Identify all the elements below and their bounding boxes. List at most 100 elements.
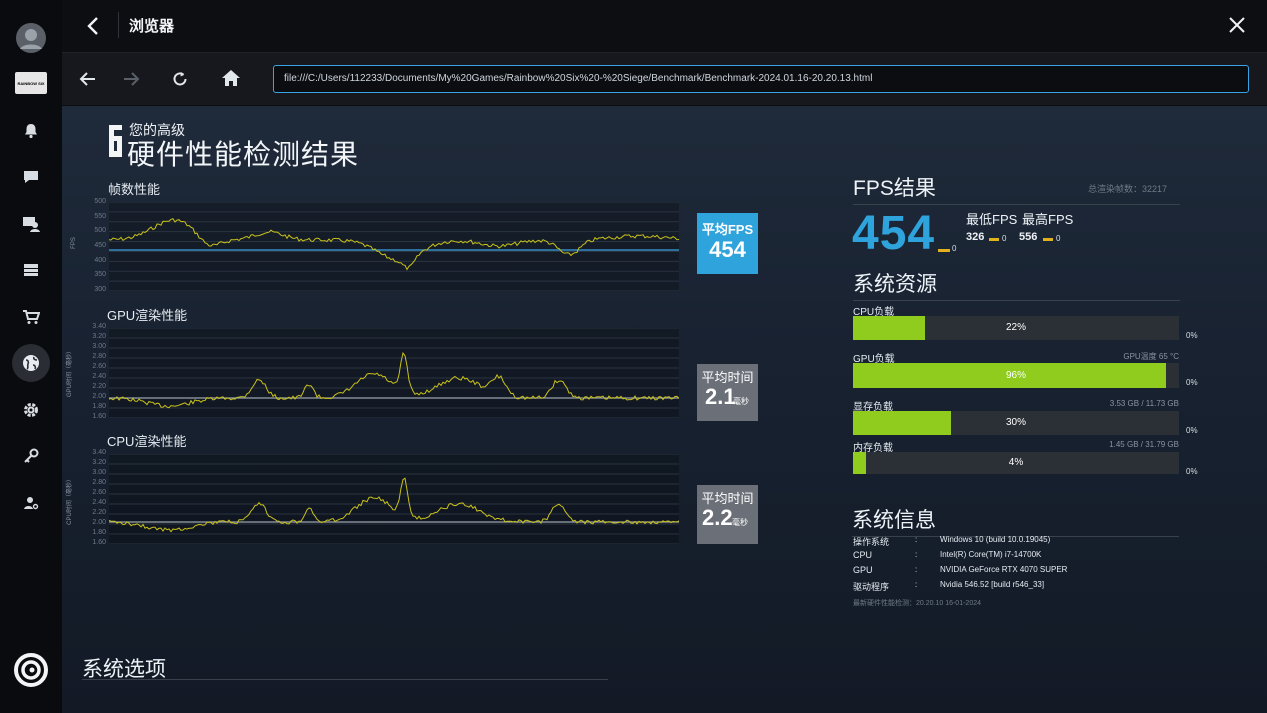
sysinfo-key: CPU xyxy=(853,550,873,560)
cpu-avg-badge: 平均时间 2.2 毫秒 xyxy=(697,485,758,544)
sysinfo-value: Nvidia 546.52 [build r546_33] xyxy=(940,580,1045,589)
r6-emblem-icon xyxy=(106,123,125,159)
y-tick: 2.00 xyxy=(92,519,106,526)
gear-icon[interactable] xyxy=(12,391,50,429)
y-tick: 1.80 xyxy=(92,403,106,410)
page-title: 硬件性能检测结果 xyxy=(127,139,360,170)
title-bar: 浏览器 xyxy=(62,0,1267,53)
y-tick: 300 xyxy=(94,286,106,293)
fps-avg-suffix: 0 xyxy=(952,244,957,253)
resource-extra: GPU温度 65 °C xyxy=(1123,352,1179,361)
home-button[interactable] xyxy=(220,68,242,93)
fps-max-marker xyxy=(1043,238,1053,241)
game-logo-text: RAINBOW SIX xyxy=(17,80,45,86)
sysinfo-value: NVIDIA GeForce RTX 4070 SUPER xyxy=(940,565,1068,574)
y-tick: 2.40 xyxy=(92,499,106,506)
close-button[interactable] xyxy=(1226,14,1248,36)
key-icon[interactable] xyxy=(12,437,50,475)
resource-bar-percent: 22% xyxy=(1005,322,1026,333)
y-tick: 2.00 xyxy=(92,393,106,400)
sysinfo-key: 操作系统 xyxy=(853,537,890,547)
nav-back-button[interactable] xyxy=(78,69,98,94)
cpu-chart xyxy=(109,454,679,544)
url-input[interactable]: file:///C:/Users/112233/Documents/My%20G… xyxy=(273,65,1249,93)
y-tick: 2.60 xyxy=(92,363,106,370)
y-tick: 400 xyxy=(94,256,106,264)
resource-bar-percent: 30% xyxy=(1005,417,1026,428)
cpu-chart-ylabel: CPU时间（毫秒） xyxy=(66,476,73,525)
resource-extra: 3.53 GB / 11.73 GB xyxy=(1109,399,1179,408)
y-tick: 1.60 xyxy=(92,539,106,546)
resource-right-value: 0% xyxy=(1186,426,1198,435)
cart-icon[interactable] xyxy=(12,298,50,336)
sysinfo-value: Intel(R) Core(TM) i7-14700K xyxy=(940,550,1042,559)
fps-avg-badge-value: 454 xyxy=(709,237,746,262)
bell-icon[interactable] xyxy=(12,112,50,150)
y-tick: 2.20 xyxy=(92,383,106,390)
browser-globe-icon[interactable] xyxy=(12,344,50,382)
resource-extra: 1.45 GB / 31.79 GB xyxy=(1109,440,1179,449)
series-line xyxy=(109,218,679,271)
y-tick: 3.20 xyxy=(92,459,106,466)
resource-bar: 96% xyxy=(853,363,1179,388)
resources-title: 系统资源 xyxy=(853,268,1180,301)
library-icon[interactable] xyxy=(12,251,50,289)
y-tick: 1.60 xyxy=(92,413,106,420)
resource-bar: 22% xyxy=(853,316,1179,340)
page-content: 您的高级 硬件性能检测结果 帧数性能 FPS 500 550 500 450 400 35… xyxy=(62,106,1267,713)
fps-min-suffix: 0 xyxy=(1002,234,1007,243)
total-frames: 总渲染帧数：32217 xyxy=(1088,184,1168,194)
cpu-chart-title: CPU渲染性能 xyxy=(107,434,187,449)
y-tick: 3.00 xyxy=(92,343,106,350)
resource-bar: 30% xyxy=(853,411,1179,435)
resource-right-value: 0% xyxy=(1186,331,1198,340)
divider xyxy=(118,12,119,38)
fps-chart-title: 帧数性能 xyxy=(108,182,161,197)
resource-right-value: 0% xyxy=(1186,467,1198,476)
y-tick: 3.40 xyxy=(92,323,106,330)
sidebar: RAINBOW SIX xyxy=(0,0,62,713)
y-tick: 2.80 xyxy=(92,353,106,360)
y-tick: 450 xyxy=(94,242,106,249)
fps-chart-ylabel: FPS xyxy=(70,237,77,249)
sysinfo-key: GPU xyxy=(853,565,873,575)
fps-min-marker xyxy=(989,238,999,241)
resources-title-text: 系统资源 xyxy=(853,273,937,296)
cpu-avg-badge-unit: 毫秒 xyxy=(732,518,748,527)
fps-avg-big: 454 xyxy=(852,207,936,260)
cpu-avg-badge-value: 2.2 xyxy=(702,505,733,530)
nav-forward-button[interactable] xyxy=(121,69,141,94)
y-tick: 3.00 xyxy=(92,469,106,476)
fps-min-label: 最低FPS xyxy=(966,212,1018,227)
fps-avg-badge-label: 平均FPS xyxy=(701,222,754,237)
y-tick: 1.80 xyxy=(92,529,106,536)
reload-button[interactable] xyxy=(170,69,190,94)
chat-icon[interactable] xyxy=(12,158,50,196)
y-tick: 500 xyxy=(94,227,106,235)
game-logo[interactable]: RAINBOW SIX xyxy=(15,72,47,94)
friends-icon[interactable] xyxy=(12,205,50,243)
y-tick: 2.60 xyxy=(92,489,106,496)
sysinfo-colon: : xyxy=(915,550,918,559)
sysinfo-colon: : xyxy=(915,535,918,544)
back-button[interactable] xyxy=(84,14,104,38)
resource-right-value: 0% xyxy=(1186,378,1198,387)
avatar[interactable] xyxy=(12,19,50,57)
y-tick: 3.20 xyxy=(92,333,106,340)
gpu-chart xyxy=(109,328,679,418)
fps-min-value: 326 xyxy=(966,231,985,243)
sysinfo-colon: : xyxy=(915,580,918,589)
ubisoft-logo-icon[interactable] xyxy=(14,653,48,687)
gpu-chart-ylabel: GPU时间（毫秒） xyxy=(67,347,74,398)
y-tick: 500 xyxy=(94,198,106,205)
y-tick: 2.80 xyxy=(92,479,106,486)
gpu-chart-title: GPU渲染性能 xyxy=(107,308,188,323)
sysinfo-title-text: 系统信息 xyxy=(852,509,936,532)
sysinfo-value: Windows 10 (build 10.0.19045) xyxy=(940,535,1051,544)
options-underline xyxy=(82,679,608,680)
resource-bar-percent: 96% xyxy=(1005,370,1026,381)
gpu-avg-badge-unit: 毫秒 xyxy=(733,397,749,406)
fps-chart xyxy=(109,202,679,291)
series-line xyxy=(109,351,679,409)
user-settings-icon[interactable] xyxy=(12,484,50,522)
